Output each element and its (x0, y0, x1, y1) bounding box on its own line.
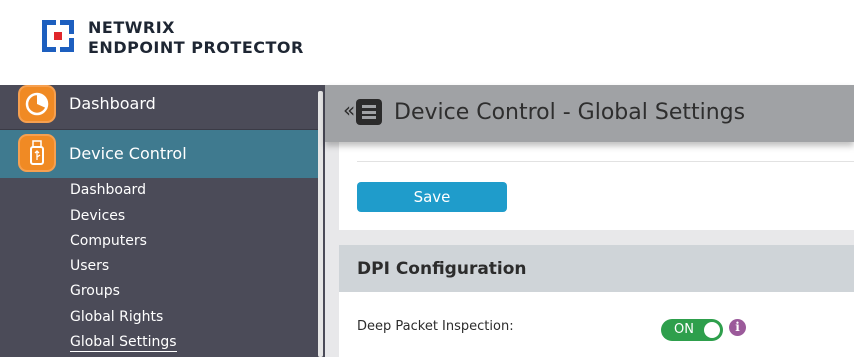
subnav-item-devices[interactable]: Devices (70, 208, 125, 224)
subnav-item-dashboard[interactable]: Dashboard (70, 182, 146, 198)
subnav-item-groups[interactable]: Groups (70, 283, 120, 299)
subnav-item-global-rights[interactable]: Global Rights (70, 309, 163, 325)
subnav-item-users[interactable]: Users (70, 258, 109, 274)
brand-line-2: ENDPOINT PROTECTOR (88, 38, 304, 57)
sidebar-item-dashboard[interactable]: Dashboard (0, 85, 318, 130)
toggle-knob (704, 322, 720, 338)
brand-name: NETWRIX ENDPOINT PROTECTOR (88, 18, 304, 58)
info-icon[interactable]: i (729, 319, 746, 336)
brand-line-1: NETWRIX (88, 18, 175, 37)
subnav-item-computers[interactable]: Computers (70, 233, 147, 249)
deep-packet-inspection-label: Deep Packet Inspection: (357, 319, 514, 334)
deep-packet-inspection-toggle[interactable]: ON (661, 319, 723, 341)
page-title: Device Control - Global Settings (394, 100, 746, 125)
sidebar-item-label: Device Control (69, 144, 187, 163)
dpi-panel-title: DPI Configuration (357, 259, 527, 279)
dashboard-pie-icon (18, 85, 56, 123)
sidebar-item-label: Dashboard (69, 94, 156, 113)
divider (357, 161, 854, 162)
sidebar-scrollbar[interactable] (318, 91, 323, 357)
collapse-sidebar-icon[interactable]: « (343, 98, 355, 122)
toggle-state-label: ON (674, 322, 694, 337)
usb-drive-icon (18, 134, 56, 172)
subnav-item-global-settings[interactable]: Global Settings (70, 334, 177, 352)
menu-icon[interactable] (356, 99, 382, 125)
app-header: NETWRIX ENDPOINT PROTECTOR (0, 0, 854, 85)
netwrix-logo-icon (42, 20, 74, 52)
sidebar-item-device-control[interactable]: Device Control (0, 130, 318, 178)
save-button[interactable]: Save (357, 182, 507, 212)
